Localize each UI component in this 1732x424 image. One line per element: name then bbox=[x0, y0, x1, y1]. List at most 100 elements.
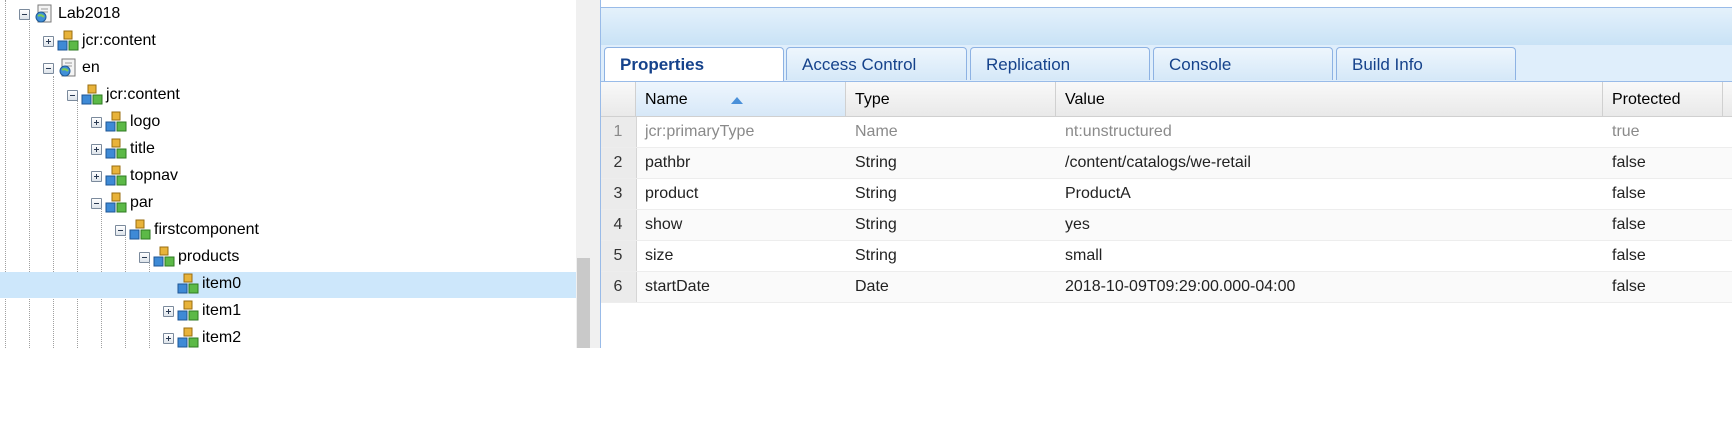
cell-text: jcr:primaryType bbox=[645, 123, 755, 140]
value-cell: 2018-10-09T09:29:00.000-04:00 bbox=[1056, 272, 1603, 302]
tree-node[interactable]: item2 bbox=[0, 326, 576, 348]
expand-plus-icon[interactable] bbox=[43, 36, 54, 47]
properties-grid: Name Type Value Protected 1 jcr:primaryTy… bbox=[600, 82, 1732, 348]
cell-text: 2 bbox=[613, 154, 623, 171]
cell-text: false bbox=[1612, 216, 1646, 233]
node-icon bbox=[105, 111, 127, 132]
table-row[interactable]: 1 jcr:primaryType Name nt:unstructured true bbox=[600, 117, 1732, 148]
collapse-minus-icon[interactable] bbox=[139, 252, 150, 263]
type-cell: String bbox=[846, 241, 1056, 271]
cell-text: false bbox=[1612, 278, 1646, 295]
cell-text: Name bbox=[855, 123, 898, 140]
expand-plus-icon[interactable] bbox=[91, 117, 102, 128]
node-icon bbox=[105, 138, 127, 159]
panel-header bbox=[600, 7, 1732, 47]
node-icon bbox=[129, 219, 151, 240]
node-icon bbox=[81, 84, 103, 105]
tree-node-label: item1 bbox=[202, 302, 242, 319]
panel-divider bbox=[600, 0, 601, 348]
tree-node[interactable]: topnav bbox=[0, 164, 576, 190]
cell-text: false bbox=[1612, 247, 1646, 264]
node-icon bbox=[57, 30, 79, 51]
expand-plus-icon[interactable] bbox=[163, 306, 174, 317]
tree-node-label: item2 bbox=[202, 329, 242, 346]
tree-node-label: par bbox=[130, 194, 154, 211]
tree-node[interactable]: item1 bbox=[0, 299, 576, 325]
collapse-minus-icon[interactable] bbox=[43, 63, 54, 74]
cell-text: 5 bbox=[613, 247, 623, 264]
tree-node[interactable]: firstcomponent bbox=[0, 218, 576, 244]
tab-properties[interactable]: Properties bbox=[604, 47, 784, 81]
page-icon bbox=[35, 4, 52, 23]
tree-node-label: Lab2018 bbox=[58, 5, 121, 22]
cell-text: product bbox=[645, 185, 699, 202]
table-row[interactable]: 5 size String small false bbox=[600, 241, 1732, 272]
repository-tree: Lab2018 jcr:content en jcr:content logo title… bbox=[0, 0, 576, 348]
table-row[interactable]: 2 pathbr String/content/catalogs/we-retail… bbox=[600, 148, 1732, 179]
cell-text: 2018-10-09T09:29:00.000-04:00 bbox=[1065, 278, 1296, 295]
tab-replication[interactable]: Replication bbox=[970, 47, 1150, 80]
name-cell: product bbox=[636, 179, 846, 209]
tree-node-label: logo bbox=[130, 113, 161, 130]
tree-node[interactable]: Lab2018 bbox=[0, 2, 576, 28]
type-cell: Date bbox=[846, 272, 1056, 302]
column-header-name[interactable]: Name bbox=[636, 82, 846, 116]
tab-build-info[interactable]: Build Info bbox=[1336, 47, 1516, 80]
tree-node[interactable]: products bbox=[0, 245, 576, 271]
tab-access-control[interactable]: Access Control bbox=[786, 47, 967, 80]
collapse-minus-icon[interactable] bbox=[91, 198, 102, 209]
cell-text: ProductA bbox=[1065, 185, 1131, 202]
collapse-minus-icon[interactable] bbox=[115, 225, 126, 236]
cell-text: false bbox=[1612, 154, 1646, 171]
table-row[interactable]: 4 show String yes false bbox=[600, 210, 1732, 241]
tree-node[interactable]: item0 bbox=[0, 272, 576, 298]
tree-node[interactable]: par bbox=[0, 191, 576, 217]
expand-plus-icon[interactable] bbox=[163, 333, 174, 344]
value-cell: yes bbox=[1056, 210, 1603, 240]
column-header-protected[interactable]: Protected bbox=[1603, 82, 1723, 116]
tree-scrollbar-thumb[interactable] bbox=[577, 258, 590, 348]
column-header-label: Type bbox=[855, 91, 890, 108]
node-icon bbox=[177, 300, 199, 321]
tab-label: Build Info bbox=[1352, 55, 1423, 74]
tree-node[interactable]: logo bbox=[0, 110, 576, 136]
tree-node-label: item0 bbox=[202, 275, 242, 292]
row-number-cell: 2 bbox=[600, 148, 637, 178]
cell-text: String bbox=[855, 154, 897, 171]
expand-plus-icon[interactable] bbox=[91, 144, 102, 155]
table-row[interactable]: 6 startDate Date 2018-10-09T09:29:00.000-04… bbox=[600, 272, 1732, 303]
column-header-type[interactable]: Type bbox=[846, 82, 1056, 116]
tab-console[interactable]: Console bbox=[1153, 47, 1333, 80]
column-header-value[interactable]: Value bbox=[1056, 82, 1603, 116]
row-number-cell: 6 bbox=[600, 272, 637, 302]
tab-label: Access Control bbox=[802, 55, 917, 74]
cell-text: String bbox=[855, 185, 897, 202]
name-cell: jcr:primaryType bbox=[636, 117, 846, 147]
value-cell: /content/catalogs/we-retail bbox=[1056, 148, 1603, 178]
cell-text: small bbox=[1065, 247, 1103, 264]
tree-node-label: firstcomponent bbox=[154, 221, 259, 238]
type-cell: String bbox=[846, 148, 1056, 178]
grid-header: Name Type Value Protected bbox=[600, 82, 1732, 117]
type-cell: Name bbox=[846, 117, 1056, 147]
tree-node[interactable]: title bbox=[0, 137, 576, 163]
row-number-header bbox=[600, 82, 636, 116]
value-cell: ProductA bbox=[1056, 179, 1603, 209]
table-row[interactable]: 3 product String ProductA false bbox=[600, 179, 1732, 210]
row-number-cell: 5 bbox=[600, 241, 637, 271]
collapse-minus-icon[interactable] bbox=[19, 9, 30, 20]
tree-node[interactable]: jcr:content bbox=[0, 83, 576, 109]
properties-panel: Properties Access Control Replication Co… bbox=[600, 0, 1732, 348]
cell-text: true bbox=[1612, 123, 1640, 140]
collapse-minus-icon[interactable] bbox=[67, 90, 78, 101]
tree-node[interactable]: jcr:content bbox=[0, 29, 576, 55]
node-icon bbox=[105, 165, 127, 186]
row-number-cell: 1 bbox=[600, 117, 637, 147]
cell-text: nt:unstructured bbox=[1065, 123, 1172, 140]
cell-text: pathbr bbox=[645, 154, 691, 171]
protected-cell: false bbox=[1603, 272, 1723, 302]
expand-plus-icon[interactable] bbox=[91, 171, 102, 182]
node-icon bbox=[105, 192, 127, 213]
tree-node[interactable]: en bbox=[0, 56, 576, 82]
page-icon bbox=[59, 58, 76, 77]
